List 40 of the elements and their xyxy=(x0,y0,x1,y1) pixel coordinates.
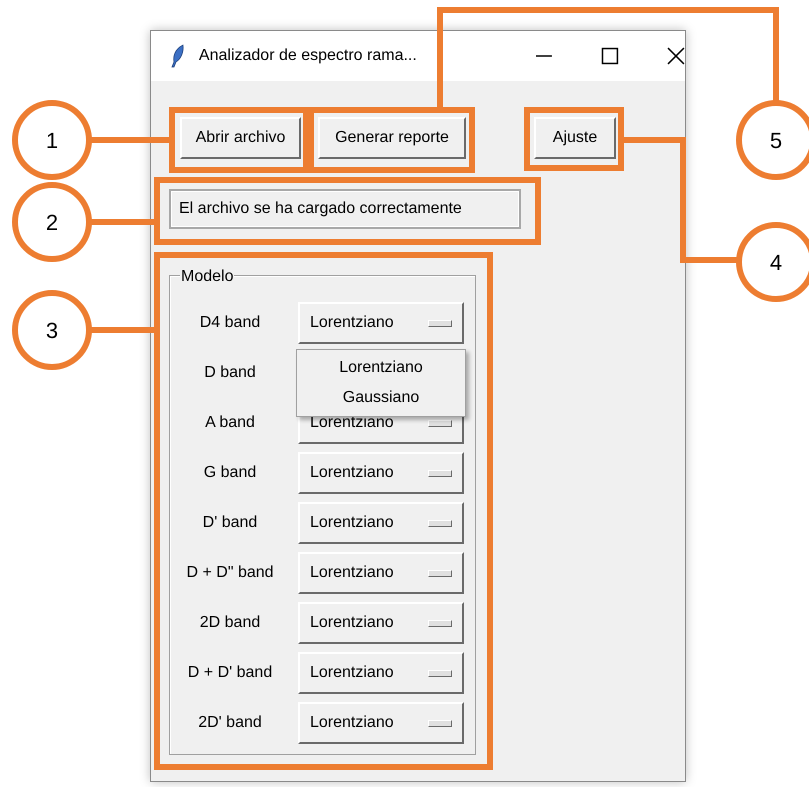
indicator-icon xyxy=(428,520,452,526)
option-menu[interactable]: Lorentziano xyxy=(298,452,464,494)
option-menu[interactable]: Lorentziano xyxy=(298,302,464,344)
leader-line xyxy=(90,327,157,333)
option-menu[interactable]: Lorentziano xyxy=(298,502,464,544)
band-label: 2D band xyxy=(198,614,262,632)
callout-number: 5 xyxy=(770,128,782,153)
menu-item[interactable]: Lorentziano xyxy=(333,353,429,383)
band-label: D band xyxy=(203,364,257,382)
action-button[interactable]: Abrir archivo xyxy=(180,117,301,159)
band-label: A band xyxy=(204,414,256,432)
close-icon[interactable] xyxy=(667,47,686,65)
option-menu[interactable]: Lorentziano xyxy=(298,652,464,694)
band-label: D' band xyxy=(202,514,258,532)
band-label: 2D' band xyxy=(197,714,263,732)
leader-line xyxy=(90,219,157,225)
option-menu[interactable]: Lorentziano xyxy=(298,702,464,744)
window-title: Analizador de espectro rama... xyxy=(198,47,418,65)
indicator-icon xyxy=(428,620,452,626)
action-button[interactable]: Generar reporte xyxy=(318,117,466,159)
indicator-icon xyxy=(428,670,452,676)
feather-icon xyxy=(171,44,185,68)
callout-number: 2 xyxy=(46,210,58,235)
indicator-icon xyxy=(428,470,452,476)
callout-number: 1 xyxy=(46,128,58,153)
status-message: El archivo se ha cargado correctamente xyxy=(169,189,521,229)
band-label: D4 band xyxy=(198,314,262,332)
action-button[interactable]: Ajuste xyxy=(534,117,616,159)
band-label: D + D' band xyxy=(186,664,274,682)
band-label: G band xyxy=(202,464,258,482)
callout-number: 3 xyxy=(46,318,58,343)
option-menu[interactable]: Lorentziano xyxy=(298,602,464,644)
callout-number: 4 xyxy=(770,250,782,275)
indicator-icon xyxy=(428,570,452,576)
indicator-icon xyxy=(428,420,452,426)
indicator-icon xyxy=(428,720,452,726)
band-label: D + D" band xyxy=(185,564,275,582)
maximize-icon[interactable] xyxy=(601,47,620,65)
option-menu[interactable]: Lorentziano xyxy=(298,552,464,594)
indicator-icon xyxy=(428,320,452,326)
